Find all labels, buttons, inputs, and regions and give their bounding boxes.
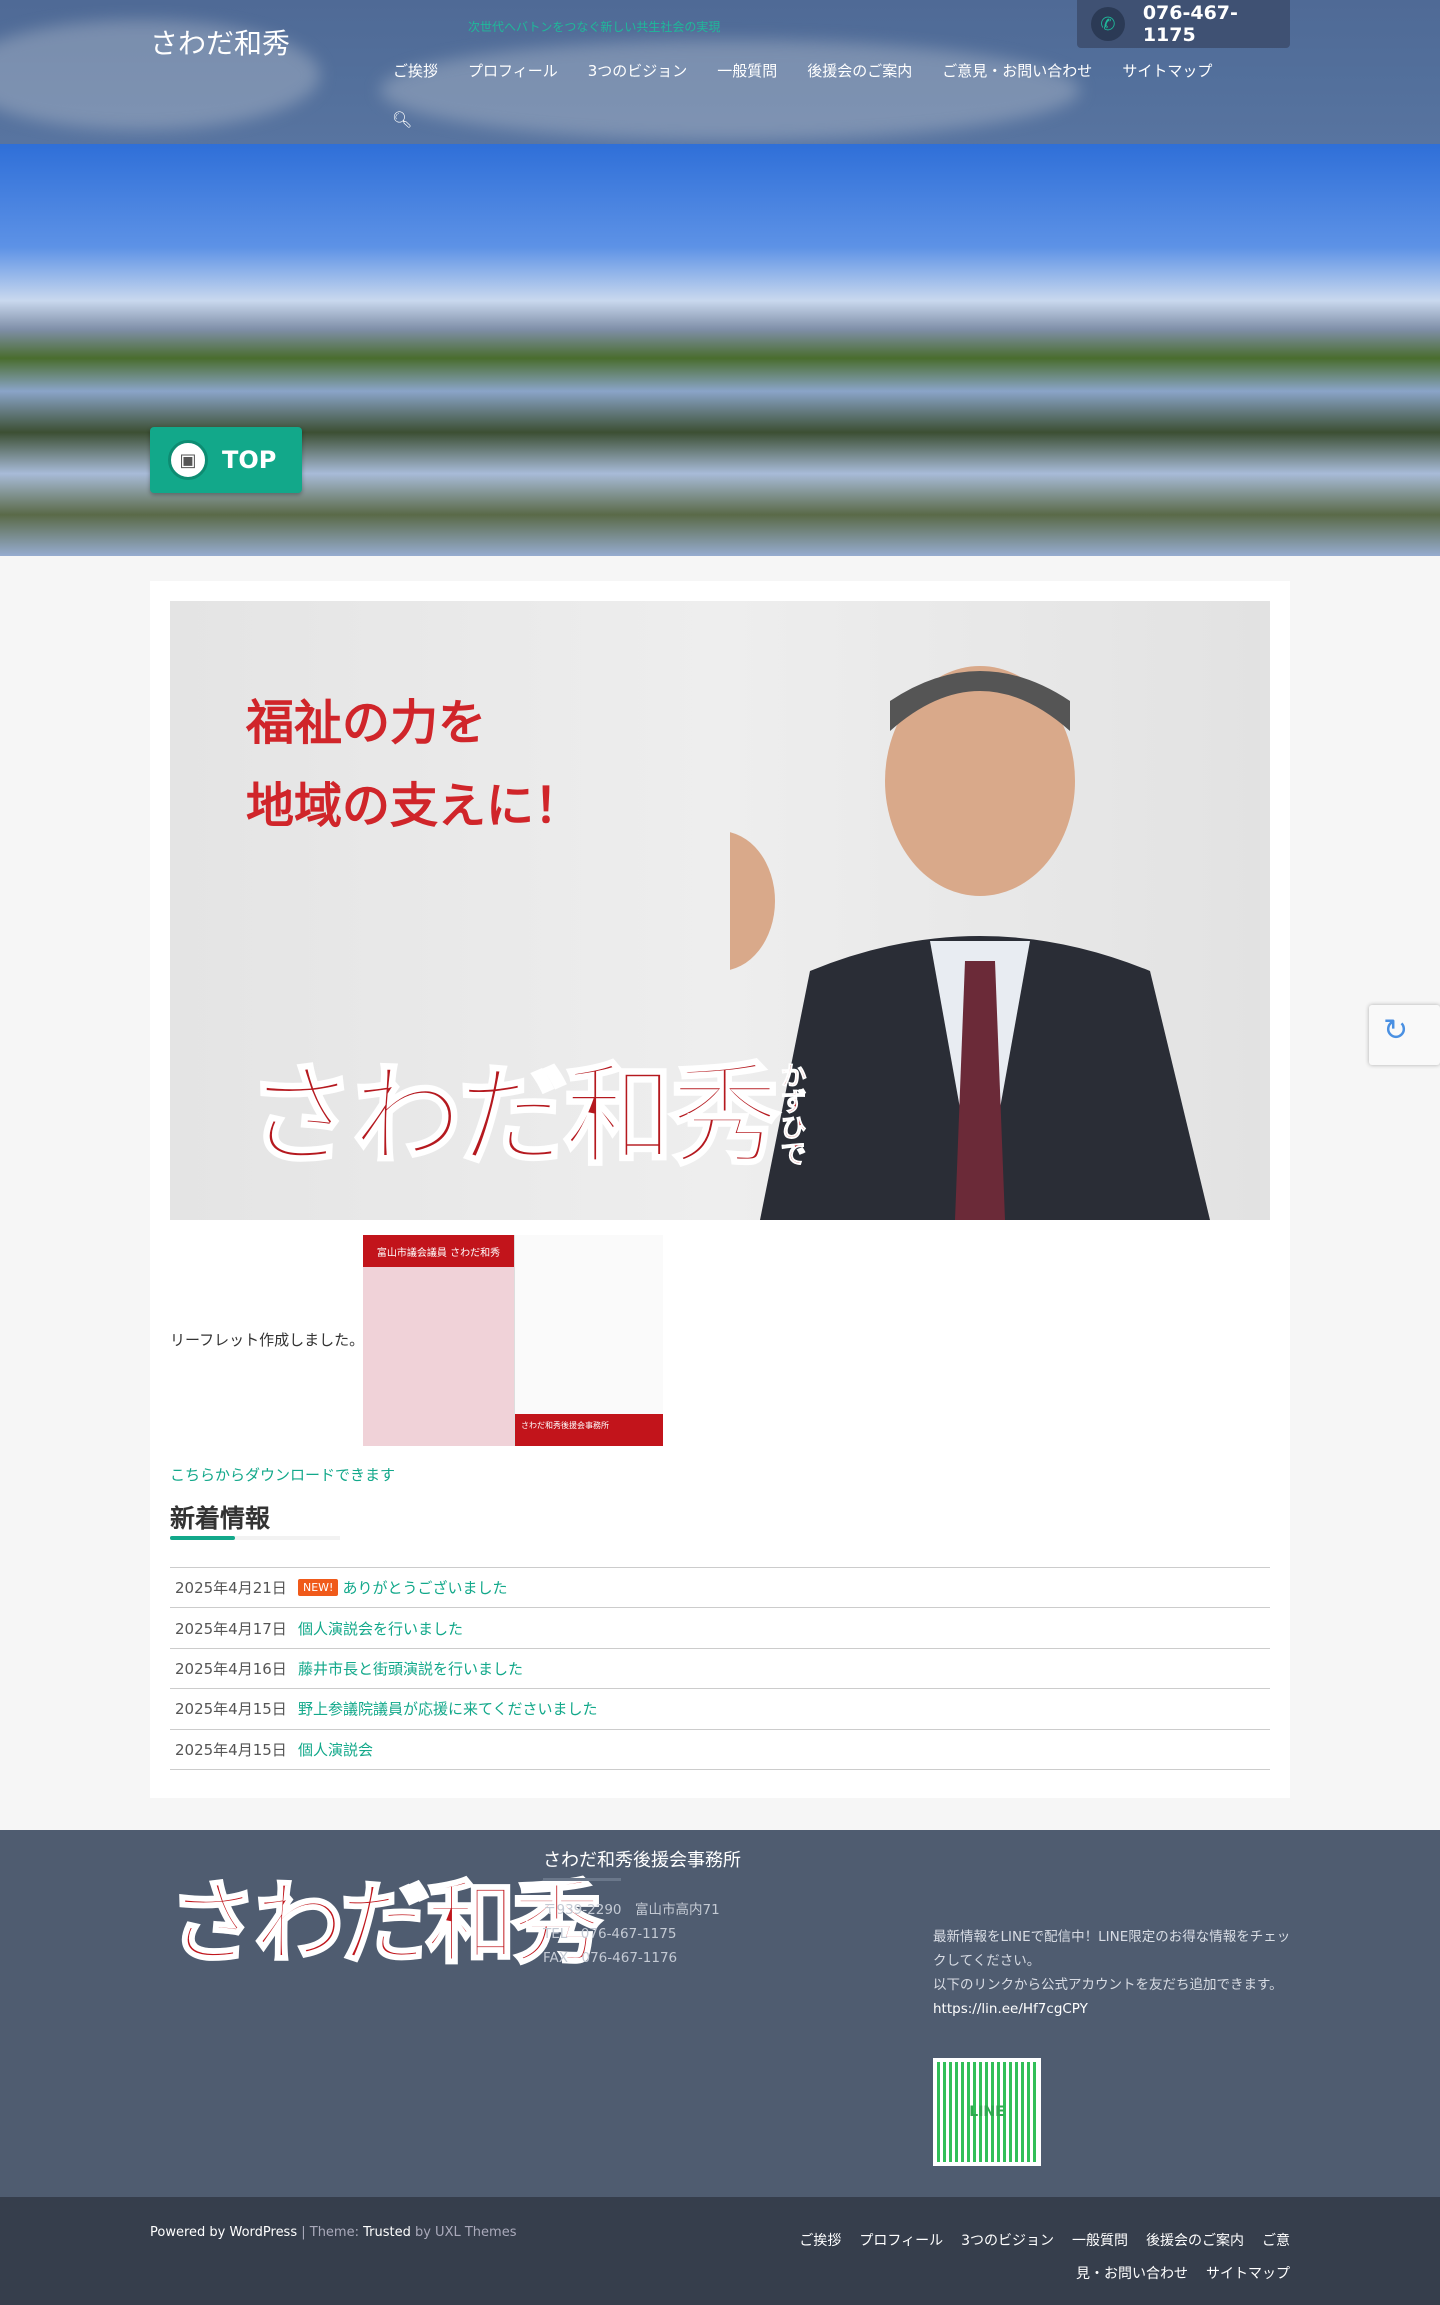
bottom-bar: Powered by WordPress | Theme: Trusted by… <box>0 2197 1440 2305</box>
news-date: 2025年4月15日 <box>175 1740 287 1759</box>
top-label: TOP <box>222 446 277 474</box>
address: 〒939-2290 富山市高内71 <box>543 1902 720 1918</box>
news-date: 2025年4月17日 <box>175 1619 287 1638</box>
search-icon[interactable]: 🔍︎ <box>392 110 412 129</box>
download-link[interactable]: こちらからダウンロードできます <box>170 1464 395 1485</box>
candidate-photo <box>730 666 1210 1220</box>
new-badge: NEW! <box>298 1579 339 1597</box>
phone-box[interactable]: ✆ 076-467-1175 <box>1077 0 1290 48</box>
leaflet-text: リーフレット作成しました。 <box>170 1331 365 1349</box>
line-url[interactable]: https://lin.ee/Hf7cgCPY <box>933 2001 1088 2017</box>
top-badge: ▣ TOP <box>150 427 302 493</box>
news-date: 2025年4月15日 <box>175 1700 287 1719</box>
news-date: 2025年4月21日 <box>175 1579 287 1598</box>
news-link[interactable]: 個人演説会 <box>298 1739 373 1760</box>
theme-prefix: | Theme: <box>297 2225 364 2240</box>
divider <box>543 1878 621 1881</box>
footer-nav-greeting[interactable]: ご挨拶 <box>799 2233 841 2249</box>
candidate-banner: 福祉の力を 地域の支えに！ さわだ和秀 かずひで <box>170 601 1270 1220</box>
nav-sitemap[interactable]: サイトマップ <box>1122 60 1212 81</box>
footer-nav-vision[interactable]: 3つのビジョン <box>961 2233 1054 2249</box>
footer-nav-supporters[interactable]: 後援会のご案内 <box>1146 2233 1244 2249</box>
nav-contact[interactable]: ご意見・お問い合わせ <box>942 60 1092 81</box>
news-heading: 新着情報 <box>170 1504 271 1533</box>
fax: FAX 076-467-1176 <box>543 1950 678 1966</box>
slogan-line2: 地域の支えに！ <box>246 778 583 834</box>
recaptcha-badge[interactable]: ↻ <box>1369 1005 1440 1065</box>
portrait-icon: ▣ <box>168 440 208 480</box>
phone-icon: ✆ <box>1091 7 1125 41</box>
line-qr-code[interactable]: LINE <box>933 2058 1041 2166</box>
footer-nav-sitemap[interactable]: サイトマップ <box>1206 2266 1290 2282</box>
news-item: 2025年4月21日 NEW! ありがとうございました <box>170 1568 1270 1609</box>
news-list: 2025年4月21日 NEW! ありがとうございました 2025年4月17日 個人演説… <box>170 1567 1270 1770</box>
theme-link[interactable]: Trusted <box>363 2225 411 2240</box>
hero-image: ▣ TOP <box>0 144 1440 556</box>
candidate-name-reading: かずひで <box>776 1062 807 1167</box>
site-header: さわだ和秀 次世代へバトンをつなぐ新しい共生社会の実現 ✆ 076-467-11… <box>0 0 1440 144</box>
footer-nav: ご挨拶 プロフィール 3つのビジョン 一般質問 後援会のご案内 ご意見・お問い合わせ サイト… <box>780 2225 1290 2291</box>
nav-vision[interactable]: 3つのビジョン <box>588 60 688 81</box>
news-item: 2025年4月17日 個人演説会を行いました <box>170 1608 1270 1649</box>
heading-underline <box>170 1536 340 1540</box>
slogan-line1: 福祉の力を <box>246 695 487 751</box>
recaptcha-icon: ↻ <box>1383 1013 1409 1048</box>
news-item: 2025年4月16日 藤井市長と街頭演説を行いました <box>170 1649 1270 1690</box>
credits: Powered by WordPress | Theme: Trusted by… <box>150 2225 516 2240</box>
tel: TEL 076-467-1175 <box>543 1926 677 1942</box>
news-item: 2025年4月15日 野上参議院議員が応援に来てくださいました <box>170 1689 1270 1730</box>
leaflet-header: 富山市議会議員 さわだ和秀 <box>363 1235 514 1267</box>
news-item: 2025年4月15日 個人演説会 <box>170 1730 1270 1770</box>
office-address: 〒939-2290 富山市高内71 TEL 076-467-1175 FAX 0… <box>543 1898 720 1970</box>
footer-logo: さわだ和秀 <box>167 1870 604 1978</box>
office-title: さわだ和秀後援会事務所 <box>543 1850 741 1871</box>
leaflet-footer: さわだ和秀後援会事務所 <box>515 1414 663 1446</box>
footer-nav-questions[interactable]: 一般質問 <box>1072 2233 1128 2249</box>
line-info: 最新情報をLINEで配信中！LINE限定のお得な情報をチェックしてください。 以… <box>933 1925 1293 2021</box>
nav-profile[interactable]: プロフィール <box>468 60 558 81</box>
candidate-name-block: さわだ和秀 かずひで <box>245 1052 807 1180</box>
main-content: 福祉の力を 地域の支えに！ さわだ和秀 かずひで リーフレット作成しました。 富… <box>150 581 1290 1798</box>
footer: さわだ和秀 さわだ和秀後援会事務所 〒939-2290 富山市高内71 TEL … <box>0 1830 1440 2197</box>
news-link[interactable]: ありがとうございました <box>342 1577 507 1598</box>
line-text: 最新情報をLINEで配信中！LINE限定のお得な情報をチェックしてください。 <box>933 1929 1291 1969</box>
leaflet-image[interactable]: 富山市議会議員 さわだ和秀 さわだ和秀後援会事務所 <box>363 1235 663 1446</box>
news-link[interactable]: 個人演説会を行いました <box>298 1618 463 1639</box>
theme-by: by UXL Themes <box>410 2225 517 2240</box>
nav-supporters[interactable]: 後援会のご案内 <box>807 60 912 81</box>
line-text: 以下のリンクから公式アカウントを友だち追加できます。 <box>933 1977 1283 1993</box>
wordpress-link[interactable]: Powered by WordPress <box>150 2225 297 2240</box>
news-date: 2025年4月16日 <box>175 1659 287 1678</box>
phone-number: 076-467-1175 <box>1142 2 1238 46</box>
tagline: 次世代へバトンをつなぐ新しい共生社会の実現 <box>468 20 721 34</box>
news-link[interactable]: 藤井市長と街頭演説を行いました <box>298 1658 523 1679</box>
news-link[interactable]: 野上参議院議員が応援に来てくださいました <box>298 1698 598 1719</box>
footer-nav-profile[interactable]: プロフィール <box>859 2233 943 2249</box>
nav-greeting[interactable]: ご挨拶 <box>393 60 438 81</box>
site-title[interactable]: さわだ和秀 <box>150 22 290 62</box>
main-nav: ご挨拶 プロフィール 3つのビジョン 一般質問 後援会のご案内 ご意見・お問い合… <box>393 60 1242 81</box>
nav-questions[interactable]: 一般質問 <box>717 60 777 81</box>
qr-label: LINE <box>937 2062 1037 2162</box>
candidate-name: さわだ和秀 <box>245 1052 782 1180</box>
